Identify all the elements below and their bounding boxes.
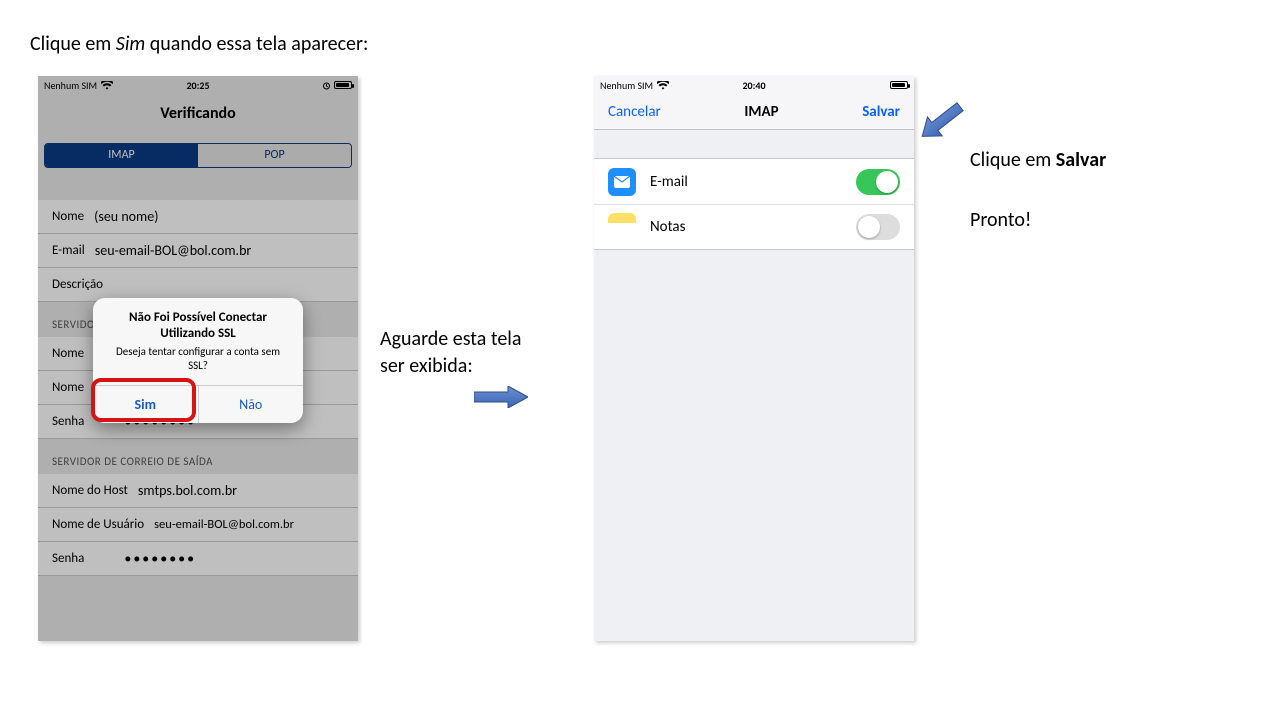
text-italic: Sim bbox=[116, 32, 150, 56]
arrow-diagonal-icon bbox=[910, 100, 966, 148]
instruction-middle: Aguarde esta tela ser exibida: bbox=[380, 326, 521, 380]
text: ser exibida: bbox=[380, 353, 521, 380]
field-value: (seu nome) bbox=[94, 208, 344, 225]
mail-toggle[interactable] bbox=[856, 169, 900, 195]
text: Clique em bbox=[970, 148, 1056, 172]
cancel-button[interactable]: Cancelar bbox=[608, 103, 661, 121]
alarm-icon bbox=[322, 81, 331, 90]
dialog-title: Não Foi Possível Conectar Utilizando SSL bbox=[93, 298, 303, 345]
page-title: IMAP bbox=[744, 103, 778, 121]
section-header-out: SERVIDOR DE CORREIO DE SAÍDA bbox=[38, 439, 358, 474]
instruction-top: Clique em Sim quando essa tela aparecer: bbox=[30, 32, 368, 56]
service-row-notes: Notas bbox=[594, 204, 914, 249]
dialog-no-button[interactable]: Não bbox=[199, 386, 304, 423]
instruction-right-2: Pronto! bbox=[970, 208, 1031, 232]
field-label: E-mail bbox=[52, 243, 85, 258]
outgoing-section: Nome do Host smtps.bol.com.br Nome de Us… bbox=[38, 474, 358, 576]
field-label: Senha bbox=[52, 551, 84, 566]
services-list: E-mail Notas bbox=[594, 158, 914, 250]
page-title: Verificando bbox=[38, 94, 358, 143]
highlight-box bbox=[91, 378, 196, 422]
wifi-icon bbox=[101, 81, 113, 90]
mail-icon bbox=[608, 168, 636, 196]
wifi-icon bbox=[657, 81, 669, 90]
field-value: seu-email-BOL@bol.com.br bbox=[95, 242, 344, 259]
save-button[interactable]: Salvar bbox=[862, 103, 900, 121]
field-descricao[interactable]: Descrição bbox=[38, 268, 358, 302]
field-label: Nome do Host bbox=[52, 483, 128, 498]
instruction-right-1: Clique em Salvar bbox=[970, 148, 1106, 172]
battery-icon bbox=[890, 81, 908, 89]
text-bold: Salvar bbox=[1056, 148, 1106, 172]
field-value: seu-email-BOL@bol.com.br bbox=[154, 517, 344, 532]
field-label: Nome bbox=[52, 209, 84, 224]
segmented-control[interactable]: IMAP POP bbox=[44, 143, 352, 168]
screenshot-imap-save: Nenhum SIM 20:40 Cancelar IMAP Salvar E-… bbox=[594, 76, 914, 641]
service-row-mail: E-mail bbox=[594, 159, 914, 204]
service-label: Notas bbox=[650, 218, 686, 236]
segment-imap[interactable]: IMAP bbox=[45, 144, 198, 167]
field-label: Nome bbox=[52, 380, 84, 395]
field-value: smtps.bol.com.br bbox=[138, 482, 344, 499]
field-label: Senha bbox=[52, 414, 84, 429]
status-bar: Nenhum SIM 20:40 bbox=[594, 76, 914, 94]
text: Clique em bbox=[30, 32, 116, 56]
field-label: Nome bbox=[52, 346, 84, 361]
text: quando essa tela aparecer: bbox=[150, 32, 369, 56]
status-bar: Nenhum SIM 20:25 bbox=[38, 76, 358, 94]
carrier-text: Nenhum SIM bbox=[600, 79, 653, 92]
clock-text: 20:40 bbox=[742, 79, 765, 92]
text: Aguarde esta tela bbox=[380, 326, 521, 353]
arrow-right-icon bbox=[474, 386, 528, 408]
nav-bar: Cancelar IMAP Salvar bbox=[594, 94, 914, 130]
segment-pop[interactable]: POP bbox=[198, 144, 351, 167]
field-label: Descrição bbox=[52, 277, 103, 292]
notes-toggle[interactable] bbox=[856, 214, 900, 240]
screenshot-verificando: Nenhum SIM 20:25 Verificando IMAP POP No… bbox=[38, 76, 358, 641]
field-value: •••••••• bbox=[124, 550, 344, 567]
field-out-user[interactable]: Nome de Usuário seu-email-BOL@bol.com.br bbox=[38, 508, 358, 542]
account-info-section: Nome (seu nome) E-mail seu-email-BOL@bol… bbox=[38, 200, 358, 302]
field-nome[interactable]: Nome (seu nome) bbox=[38, 200, 358, 234]
field-label: Nome de Usuário bbox=[52, 517, 144, 532]
carrier-text: Nenhum SIM bbox=[44, 79, 97, 92]
battery-icon bbox=[334, 81, 352, 89]
field-out-host[interactable]: Nome do Host smtps.bol.com.br bbox=[38, 474, 358, 508]
clock-text: 20:25 bbox=[186, 79, 209, 92]
field-email[interactable]: E-mail seu-email-BOL@bol.com.br bbox=[38, 234, 358, 268]
service-label: E-mail bbox=[650, 173, 688, 191]
notes-icon bbox=[608, 213, 636, 241]
field-out-senha[interactable]: Senha •••••••• bbox=[38, 542, 358, 576]
